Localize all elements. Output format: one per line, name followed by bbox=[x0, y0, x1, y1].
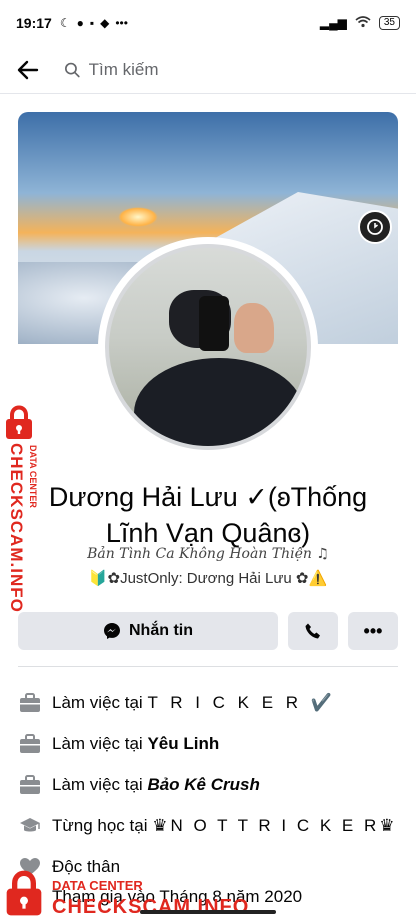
cover-camera-button[interactable] bbox=[358, 210, 392, 244]
notification-icons: ☾ ● ▪ ◆ ••• bbox=[60, 16, 128, 30]
search-box[interactable] bbox=[54, 51, 404, 88]
wifi-icon bbox=[355, 15, 371, 31]
app-icon: ◆ bbox=[100, 16, 110, 30]
watermark-sub: DATA CENTER bbox=[28, 445, 38, 508]
cover-sun bbox=[118, 207, 158, 227]
messenger-icon bbox=[104, 623, 120, 639]
briefcase-icon bbox=[18, 732, 42, 756]
graduation-cap-icon bbox=[18, 814, 42, 838]
signal-icon: ▂▄▆ bbox=[319, 16, 347, 30]
avatar-phone bbox=[199, 296, 229, 351]
briefcase-icon bbox=[18, 691, 42, 715]
detail-row-education: Từng học tại ♛N O T T R I C K E R♛ bbox=[18, 805, 398, 846]
lock-icon bbox=[6, 870, 42, 916]
avatar-body bbox=[134, 358, 304, 446]
battery-icon: 35 bbox=[378, 16, 400, 30]
phone-icon bbox=[305, 623, 320, 639]
more-notifications-icon: ••• bbox=[115, 16, 128, 30]
back-button[interactable] bbox=[12, 54, 44, 86]
top-header bbox=[0, 46, 416, 94]
message-button-label: Nhắn tin bbox=[129, 622, 193, 639]
detail-row-work-1: Làm việc tại T R I C K E R ✔️ bbox=[18, 682, 398, 723]
detail-prefix: Làm việc tại bbox=[52, 774, 148, 794]
avatar-ring[interactable] bbox=[98, 237, 318, 457]
detail-value[interactable]: Yêu Linh bbox=[147, 734, 219, 754]
detail-prefix: Từng học tại bbox=[52, 815, 153, 835]
profile-actions: Nhắn tin ••• bbox=[18, 612, 398, 650]
detail-value[interactable]: ♛N O T T R I C K E R♛ bbox=[152, 816, 397, 836]
more-options-button[interactable]: ••• bbox=[348, 612, 398, 650]
watermark-brand: CHECKSCAM.INFO bbox=[7, 443, 26, 613]
camera-icon bbox=[367, 219, 383, 235]
profile-name: Dương Hải Lưu ✓(ʚThống Lĩnh Vạn Quânɞ) bbox=[48, 482, 368, 548]
divider bbox=[18, 666, 398, 667]
watermark-bottom: DATA CENTER CHECKSCAM.INFO bbox=[4, 868, 264, 924]
search-input[interactable] bbox=[88, 59, 394, 80]
system-icons: ▂▄▆ 35 bbox=[319, 15, 400, 31]
profile-card: Dương Hải Lưu ✓(ʚThống Lĩnh Vạn Quânɞ) B… bbox=[0, 94, 416, 924]
bio-line-2: 🔰✿JustOnly: Dương Hải Lưu ✿⚠️ bbox=[88, 570, 328, 587]
watermark-vertical: CHECKSCAM.INFO DATA CENTER bbox=[4, 405, 48, 615]
detail-value[interactable]: Bảo Kê Crush bbox=[147, 775, 259, 795]
avatar[interactable] bbox=[105, 244, 311, 450]
detail-row-work-3: Làm việc tại Bảo Kê Crush bbox=[18, 764, 398, 805]
call-button[interactable] bbox=[288, 612, 338, 650]
search-icon bbox=[65, 62, 80, 77]
status-bar: 19:17 ☾ ● ▪ ◆ ••• ▂▄▆ 35 bbox=[0, 0, 416, 46]
bio-line-1: Bản Tình Ca Không Hoàn Thiện ♫ bbox=[87, 546, 329, 562]
detail-row-work-2: Làm việc tại Yêu Linh bbox=[18, 723, 398, 764]
detail-value[interactable]: T R I C K E R ✔️ bbox=[147, 693, 336, 713]
lock-icon bbox=[6, 405, 32, 439]
more-icon: ••• bbox=[363, 620, 383, 641]
home-indicator[interactable] bbox=[140, 910, 276, 914]
watermark-sub-bottom: DATA CENTER bbox=[52, 878, 143, 893]
detail-prefix: Làm việc tại bbox=[52, 733, 148, 753]
watermark-brand-bottom: CHECKSCAM.INFO bbox=[52, 896, 250, 918]
briefcase-icon bbox=[18, 773, 42, 797]
avatar-hand bbox=[234, 303, 274, 353]
moon-icon: ☾ bbox=[59, 16, 71, 30]
zalo-icon: ▪ bbox=[89, 16, 95, 30]
message-button[interactable]: Nhắn tin bbox=[18, 612, 278, 650]
status-time: 19:17 bbox=[16, 15, 52, 31]
messenger-icon: ● bbox=[76, 16, 84, 30]
arrow-left-icon bbox=[17, 60, 39, 79]
detail-prefix: Làm việc tại bbox=[52, 692, 148, 712]
